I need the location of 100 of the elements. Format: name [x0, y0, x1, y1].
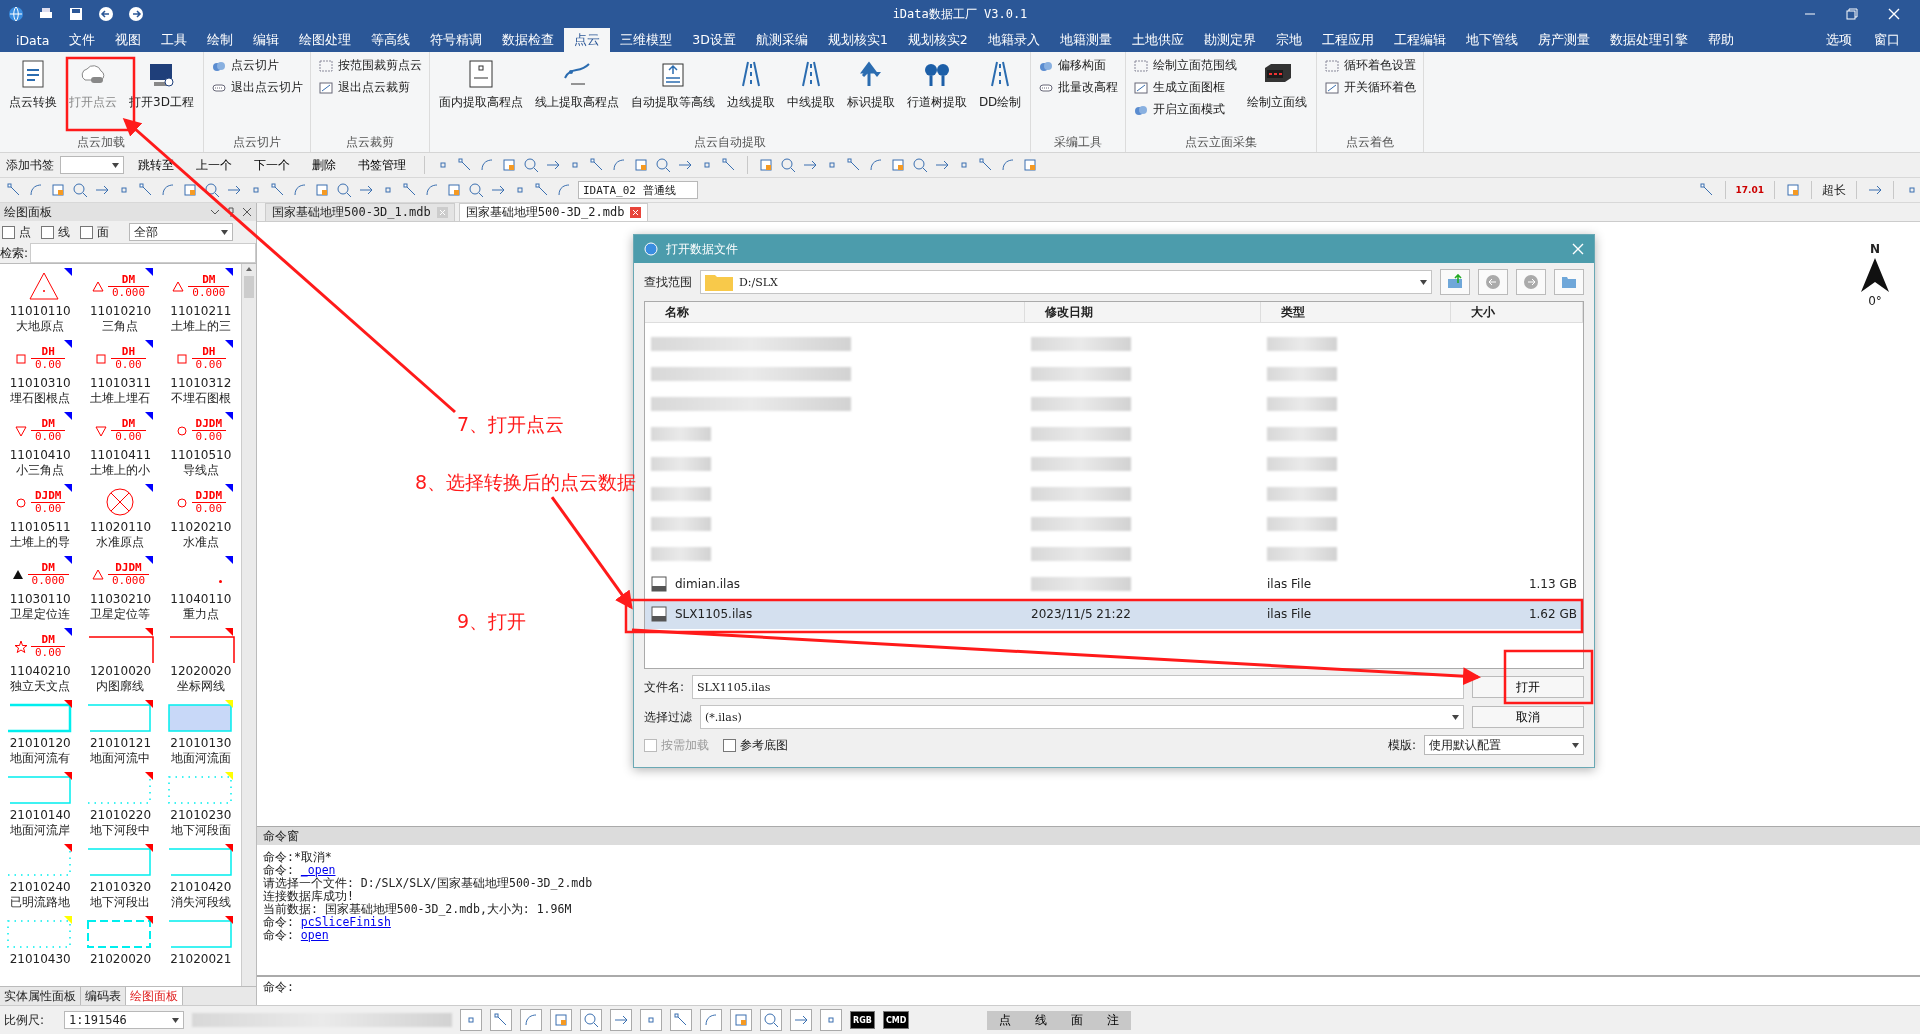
symbol-item[interactable]: 21010240 已明流路地 [0, 844, 81, 916]
curve-icon[interactable] [479, 157, 495, 173]
symbol-item[interactable]: DJDM 0.00 11010510 导线点 [160, 412, 241, 484]
ribbon-button[interactable]: 生成立面图框 [1130, 78, 1241, 97]
filename-field[interactable]: SLX1105.ilas [692, 675, 1464, 699]
elevation-label[interactable]: 17.01 [1735, 185, 1764, 195]
forward-button[interactable] [1516, 269, 1546, 295]
scrollbar-thumb[interactable] [244, 276, 254, 298]
symbol-item[interactable]: 11010110 大地原点 [0, 268, 81, 340]
menu-tab[interactable]: 航测采编 [745, 28, 818, 52]
zoom-icon[interactable] [72, 182, 88, 198]
filter-checkbox[interactable]: 点 [2, 223, 31, 241]
symbol-item[interactable]: 21010121 地面河流中 [80, 700, 161, 772]
dropdown-caret-icon[interactable] [112, 162, 119, 168]
ribbon-button[interactable]: 面内提取高程点 [433, 56, 528, 113]
ribbon-button[interactable]: 点云转换 [4, 56, 62, 113]
curve-icon[interactable] [1000, 157, 1016, 173]
option-checkbox[interactable]: 参考底图 [723, 736, 788, 754]
line-icon[interactable] [534, 182, 550, 198]
ribbon-button[interactable]: 线上提取高程点 [529, 56, 624, 113]
restore-icon[interactable] [1846, 8, 1858, 20]
new-folder-button[interactable] [1554, 269, 1584, 295]
square-icon[interactable] [890, 157, 906, 173]
pin-icon[interactable] [226, 207, 236, 217]
menu-tab[interactable]: 土地供应 [1121, 28, 1194, 52]
symbol-item[interactable]: 21010230 地下河段面 [160, 772, 241, 844]
symbol-item[interactable]: DH 0.00 11010311 土堆上埋石 [80, 340, 161, 412]
curve-icon[interactable] [556, 182, 572, 198]
filter-dropdown[interactable]: (*.ilas) [700, 705, 1464, 729]
curve-icon[interactable] [28, 182, 44, 198]
dropdown-icon[interactable] [210, 207, 220, 217]
column-header[interactable]: 大小 [1451, 302, 1583, 322]
menu-tab[interactable]: 3D设置 [682, 28, 746, 52]
menu-tab[interactable]: 文件 [59, 28, 106, 52]
snap-mode-button[interactable]: 注 [1095, 1010, 1132, 1030]
up-folder-button[interactable] [1440, 269, 1470, 295]
column-header[interactable]: 类型 [1261, 302, 1451, 322]
ribbon-button[interactable]: 标识提取 [841, 56, 900, 113]
menu-tab[interactable]: 工程应用 [1311, 28, 1384, 52]
panel-tab[interactable]: 绘图面板 [126, 987, 183, 1005]
save-icon[interactable] [68, 6, 84, 22]
command-link[interactable]: open [300, 929, 329, 942]
menu-tab[interactable]: 工程编辑 [1383, 28, 1456, 52]
length-label[interactable]: 超长 [1822, 181, 1846, 199]
line-icon[interactable] [978, 157, 994, 173]
menu-tab[interactable]: 点云 [564, 28, 611, 52]
snap-mode-button[interactable]: 面 [1059, 1010, 1096, 1030]
status-mode-button[interactable]: CMD [882, 1011, 910, 1029]
ribbon-button[interactable]: 开关循环着色 [1321, 78, 1420, 97]
square-icon[interactable] [501, 157, 517, 173]
back-icon[interactable] [98, 6, 114, 22]
cancel-button[interactable]: 取消 [1472, 706, 1584, 728]
dropdown-caret-icon[interactable] [1452, 714, 1459, 720]
square-icon[interactable] [1785, 182, 1801, 198]
scope-dropdown[interactable]: 全部 [129, 223, 233, 241]
menu-tab[interactable]: 宗地 [1265, 28, 1312, 52]
menu-tab[interactable]: 数据检查 [492, 28, 565, 52]
ribbon-button[interactable]: 中线提取 [781, 56, 840, 113]
ribbon-button[interactable]: 绘制立面线 [1242, 56, 1313, 113]
symbol-item[interactable]: 11040110 重力点 [160, 556, 241, 628]
filter-checkbox[interactable]: 线 [41, 223, 70, 241]
document-tab[interactable]: 国家基础地理500-3D_2.mdb [458, 203, 649, 221]
curve-icon[interactable] [611, 157, 627, 173]
document-tab[interactable]: 国家基础地理500-3D_1.mdb [265, 203, 455, 221]
menu-tab[interactable]: 规划核实2 [897, 28, 978, 52]
menu-tab[interactable]: 地籍录入 [977, 28, 1050, 52]
status-mode-button[interactable]: RGB [850, 1011, 875, 1029]
menu-tab[interactable]: iData [6, 28, 60, 52]
menu-item[interactable]: 选项 [1826, 31, 1852, 49]
search-field[interactable] [30, 243, 256, 263]
bookmark-button[interactable]: 下一个 [246, 156, 298, 174]
menu-tab[interactable]: 勘测定界 [1193, 28, 1266, 52]
curve-icon[interactable] [868, 157, 884, 173]
square-icon[interactable] [1022, 157, 1038, 173]
square-icon[interactable] [50, 182, 66, 198]
zoom-icon[interactable] [204, 182, 220, 198]
symbol-item[interactable]: 21010420 消失河段线 [160, 844, 241, 916]
menu-tab[interactable]: 视图 [105, 28, 152, 52]
square-icon[interactable] [182, 182, 198, 198]
line-icon[interactable] [721, 157, 737, 173]
ribbon-button[interactable]: DD绘制 [973, 56, 1027, 113]
menu-tab[interactable]: 地籍测量 [1049, 28, 1122, 52]
dropdown-caret-icon[interactable] [1572, 742, 1579, 748]
square-icon[interactable] [446, 182, 462, 198]
command-link[interactable]: _open [300, 864, 336, 877]
zoom-icon[interactable] [523, 157, 539, 173]
forward-icon[interactable] [128, 6, 144, 22]
symbol-item[interactable]: 21010430 [0, 916, 81, 986]
menu-tab[interactable]: 房产测量 [1527, 28, 1600, 52]
symbol-item[interactable]: DM 0.00 11010410 小三角点 [0, 412, 81, 484]
column-header[interactable]: 修改日期 [1025, 302, 1261, 322]
template-dropdown[interactable]: 使用默认配置 [1424, 735, 1584, 755]
menu-tab[interactable]: 帮助 [1697, 28, 1744, 52]
line-icon[interactable] [6, 182, 22, 198]
symbol-item[interactable]: DM 0.000 11030110 卫星定位连 [0, 556, 81, 628]
ribbon-button[interactable]: 点云切片 [207, 56, 306, 75]
menu-tab[interactable]: 三维模型 [610, 28, 683, 52]
line-icon[interactable] [1698, 182, 1715, 198]
symbol-item[interactable]: DM 0.000 11010210 三角点 [80, 268, 161, 340]
menu-tab[interactable]: 编辑 [243, 28, 290, 52]
